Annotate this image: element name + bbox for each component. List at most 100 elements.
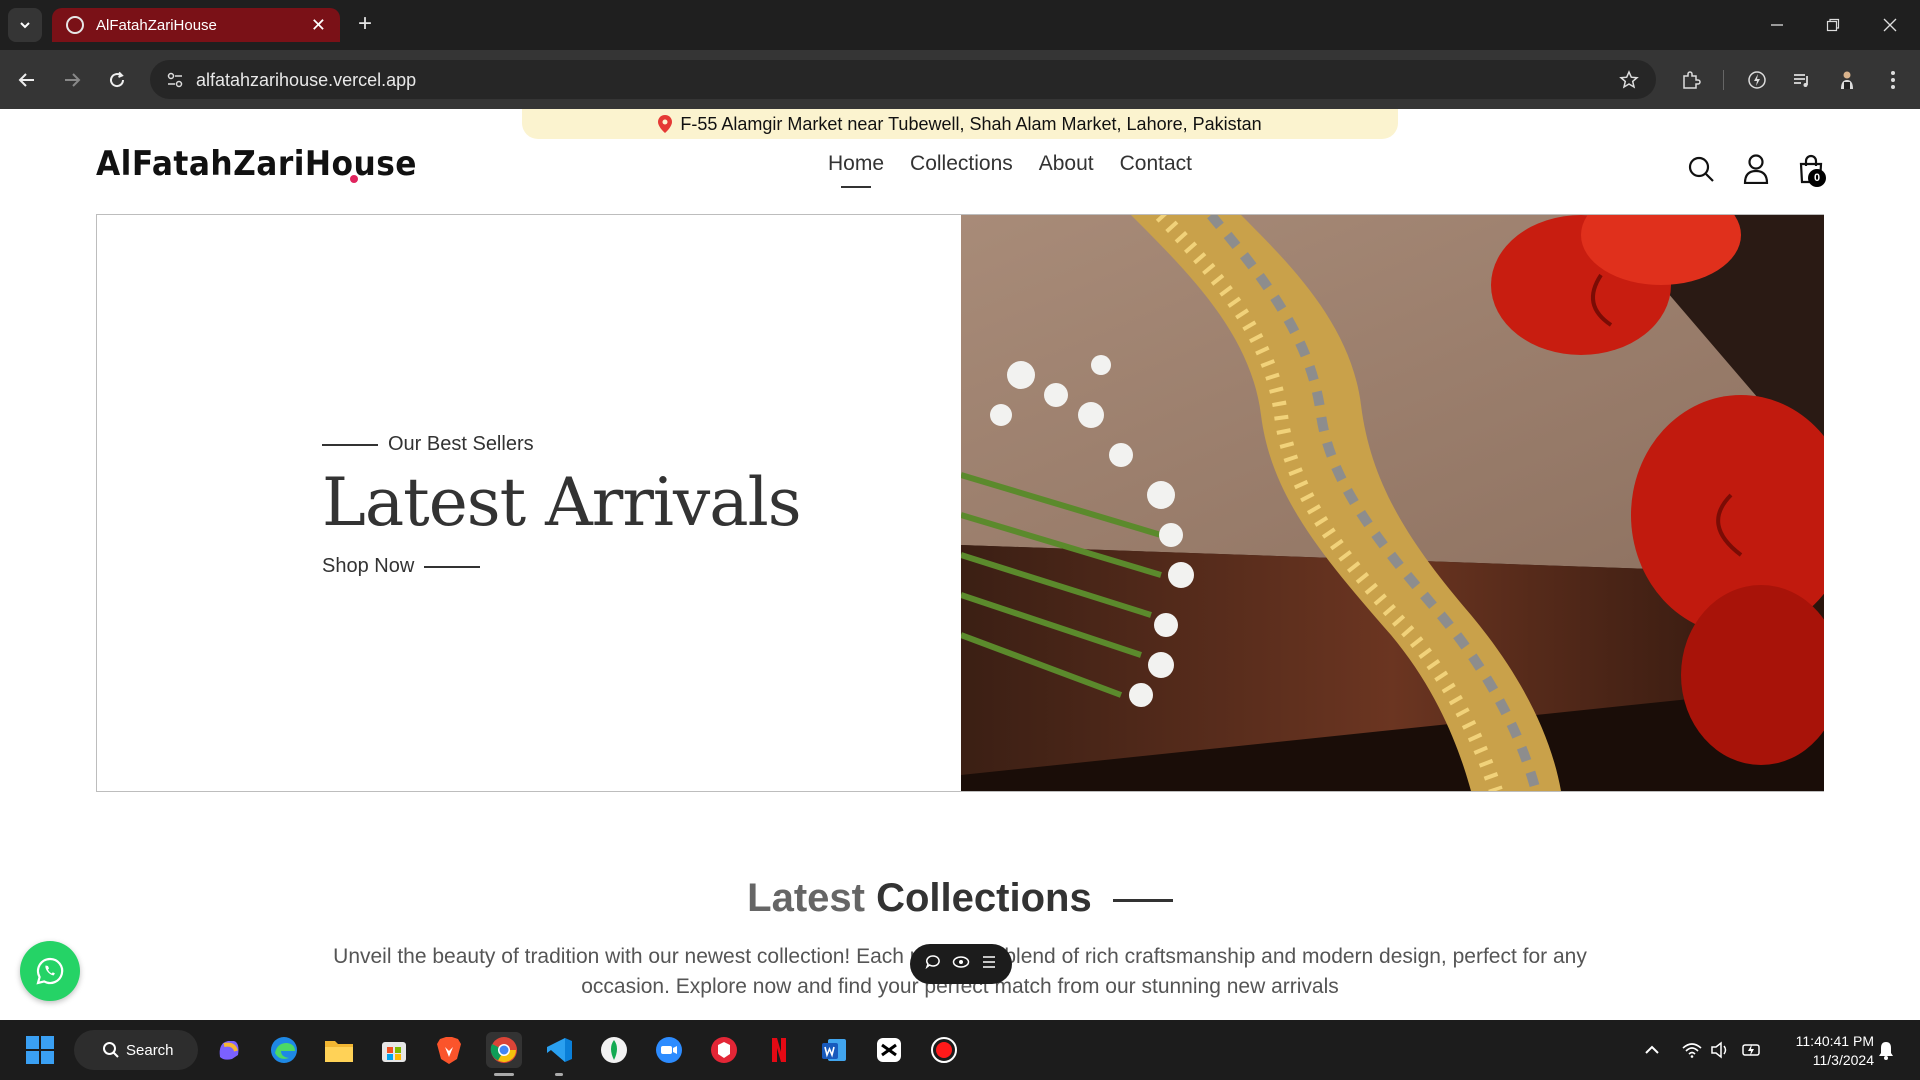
tab-favicon-icon: [66, 16, 84, 34]
collections-heading-bold: Collections: [876, 876, 1092, 920]
user-icon: [1743, 154, 1769, 184]
mongodb-leaf-icon: [601, 1037, 627, 1063]
capcut-icon: [877, 1038, 901, 1062]
store-app[interactable]: [376, 1032, 412, 1068]
shop-now-line: [424, 565, 481, 568]
speaker-icon: [1711, 1041, 1727, 1059]
arrow-left-icon: [18, 73, 34, 87]
file-explorer-app[interactable]: [321, 1032, 357, 1068]
start-button[interactable]: [22, 1032, 58, 1068]
chevron-up-icon: [1645, 1045, 1659, 1054]
search-button[interactable]: [1685, 152, 1717, 186]
hero-banner: Our Best Sellers Latest Arrivals Shop No…: [96, 214, 1824, 792]
bookmark-star-icon[interactable]: [1616, 67, 1642, 93]
clock-date: 11/3/2024: [1812, 1052, 1874, 1068]
system-clock[interactable]: 11:40:41 PM 11/3/2024: [1774, 1032, 1874, 1070]
vscode-app[interactable]: [541, 1032, 577, 1076]
shop-now-label: Shop Now: [322, 555, 415, 577]
hero-eyebrow: Our Best Sellers: [322, 433, 801, 456]
address-bar[interactable]: alfatahzarihouse.vercel.app: [150, 60, 1656, 99]
restore-icon: [1826, 18, 1840, 32]
bolt-circle-icon: [1748, 71, 1766, 89]
arrow-right-icon: [65, 73, 81, 87]
heading-dash: [1112, 898, 1173, 902]
volume-control[interactable]: [1708, 1038, 1732, 1062]
back-button[interactable]: [14, 67, 40, 93]
hero-image: [961, 215, 1824, 791]
browser-toolbar: alfatahzarihouse.vercel.app: [0, 50, 1920, 109]
screen-recorder-app[interactable]: [926, 1032, 962, 1068]
comment-icon[interactable]: [925, 954, 941, 975]
zoom-app[interactable]: [651, 1032, 687, 1068]
close-tab-icon[interactable]: ✕: [311, 16, 326, 34]
browser-tab-bar: AlFatahZariHouse ✕ +: [0, 0, 1920, 50]
extensions-button[interactable]: [1678, 67, 1704, 93]
hero-title: Latest Arrivals: [322, 464, 802, 541]
wifi-status[interactable]: [1680, 1038, 1704, 1062]
location-pin-icon: [658, 115, 673, 133]
search-icon: [1688, 156, 1714, 182]
capcut-app[interactable]: [871, 1032, 907, 1068]
new-tab-button[interactable]: +: [352, 12, 378, 38]
whatsapp-button[interactable]: [20, 941, 80, 1001]
tab-title: AlFatahZariHouse: [96, 16, 217, 34]
brave-lion-icon: [437, 1037, 461, 1064]
bell-icon: [1879, 1042, 1893, 1060]
nav-about[interactable]: About: [1039, 152, 1094, 176]
tab-search-button[interactable]: [8, 8, 42, 42]
active-tab[interactable]: AlFatahZariHouse ✕: [52, 8, 340, 42]
copilot-icon: [219, 1041, 239, 1060]
extension-bolt-button[interactable]: [1744, 67, 1770, 93]
media-control-button[interactable]: [1789, 67, 1815, 93]
shield-red-icon: [711, 1037, 737, 1063]
chevron-down-icon: [20, 22, 30, 29]
collections-heading-light: Latest: [747, 876, 865, 920]
nav-collections[interactable]: Collections: [910, 152, 1013, 176]
nav-home[interactable]: Home: [828, 152, 884, 188]
reload-button[interactable]: [104, 67, 130, 93]
close-icon: [1883, 18, 1897, 32]
vscode-icon: [547, 1038, 572, 1062]
puzzle-icon: [1683, 71, 1701, 89]
copilot-app[interactable]: [211, 1032, 247, 1068]
site-logo[interactable]: AlFatahZariHouse: [96, 144, 417, 184]
announcement-bar: F-55 Alamgir Market near Tubewell, Shah …: [522, 109, 1398, 139]
netflix-app[interactable]: [761, 1032, 797, 1068]
wifi-icon: [1682, 1043, 1702, 1058]
windows-taskbar: Search 11:40:41 PM 11/3/2024: [0, 1020, 1920, 1080]
eye-icon[interactable]: [952, 955, 970, 974]
zoom-icon: [656, 1037, 682, 1063]
mongodb-app[interactable]: [596, 1032, 632, 1068]
close-window-button[interactable]: [1877, 12, 1903, 38]
account-button[interactable]: [1740, 152, 1772, 186]
collections-heading: Latest Collections: [0, 876, 1920, 921]
minimize-button[interactable]: [1764, 12, 1790, 38]
browser-menu-button[interactable]: [1880, 67, 1906, 93]
record-icon: [931, 1037, 957, 1063]
search-icon: [103, 1042, 119, 1058]
brave-app[interactable]: [431, 1032, 467, 1068]
active-app-indicator: [494, 1073, 514, 1076]
chrome-app[interactable]: [486, 1032, 522, 1076]
shop-now-link[interactable]: Shop Now: [322, 555, 801, 578]
profile-button[interactable]: [1834, 67, 1860, 93]
taskbar-search[interactable]: Search: [74, 1030, 198, 1070]
menu-lines-icon[interactable]: [981, 955, 997, 974]
more-vertical-icon: [1891, 71, 1895, 89]
battery-status[interactable]: [1740, 1038, 1764, 1062]
mcafee-app[interactable]: [706, 1032, 742, 1068]
nav-contact[interactable]: Contact: [1120, 152, 1192, 176]
restore-button[interactable]: [1820, 12, 1846, 38]
forward-button[interactable]: [59, 67, 85, 93]
word-app[interactable]: [816, 1032, 852, 1068]
edge-app[interactable]: [266, 1032, 302, 1068]
notifications-button[interactable]: [1874, 1038, 1898, 1062]
windows-logo-icon: [26, 1036, 54, 1064]
main-nav: Home Collections About Contact: [828, 152, 1192, 188]
floating-toolbar: [910, 944, 1012, 984]
show-hidden-icons-button[interactable]: [1640, 1038, 1664, 1062]
minimize-icon: [1771, 24, 1783, 26]
announcement-text: F-55 Alamgir Market near Tubewell, Shah …: [680, 113, 1262, 134]
edge-icon: [271, 1037, 297, 1063]
site-info-icon[interactable]: [162, 67, 188, 93]
